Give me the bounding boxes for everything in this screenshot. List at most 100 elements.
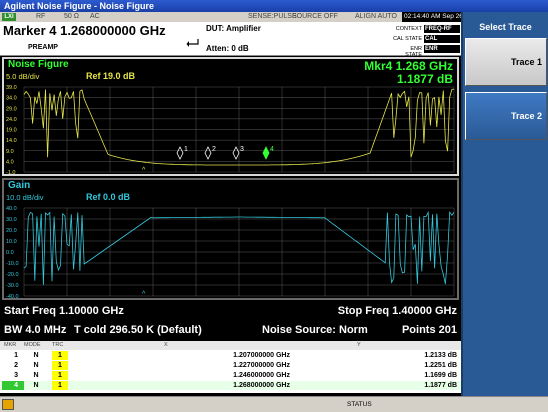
y-tick-label: 10.0 (6, 239, 17, 245)
status-label: STATUS (347, 401, 372, 408)
y-tick-label: 14.0 (6, 138, 17, 144)
meas-info-row: BW 4.0 MHz T cold 296.50 K (Default) Noi… (0, 321, 461, 339)
t-cold[interactable]: T cold 296.50 K (Default) (74, 324, 202, 336)
marker-mode: N (33, 362, 39, 369)
dut-label: DUT: Amplifier (206, 24, 261, 33)
atten-label: Atten: 0 dB (206, 44, 249, 53)
sense-indicator: SENSE:PULSE (248, 13, 297, 20)
marker-diamond-icon[interactable] (232, 146, 240, 160)
status-bar: STATUS (0, 396, 548, 412)
marker-x-value: 1.246000000 GHz (233, 372, 290, 379)
impedance-indicator: 50 Ω (64, 13, 79, 20)
softkey-menu-title: Select Trace (479, 22, 532, 32)
y-tick-label: -30.0 (6, 283, 19, 289)
lxi-badge: LXI (2, 13, 16, 21)
noise-figure-graph[interactable]: 39.034.029.024.019.014.09.04.0-1.0 1234 … (4, 83, 457, 174)
y-tick-label: 9.0 (6, 149, 14, 155)
gain-ref: Ref 0.0 dB (86, 192, 131, 202)
start-freq[interactable]: Start Freq 1.10000 GHz (4, 305, 124, 317)
header: Marker 4 1.268000000 GHz PREAMP DUT: Amp… (0, 22, 461, 58)
align-indicator: ALIGN AUTO (355, 13, 397, 20)
cal-state-label: CAL STATE (393, 36, 422, 42)
points[interactable]: Points 201 (402, 324, 457, 336)
y-tick-label: -20.0 (6, 272, 19, 278)
y-tick-label: -10.0 (6, 261, 19, 267)
trace-1-button[interactable]: Trace 1 (465, 38, 547, 86)
noise-marker-freq: Mkr4 1.268 GHz (364, 59, 453, 73)
preamp-label: PREAMP (28, 44, 58, 51)
y-tick-label: -40.0 (6, 294, 19, 298)
marker-readout: Marker 4 1.268000000 GHz (3, 23, 166, 38)
trace-1-label: Trace 1 (510, 57, 542, 67)
center-mark-icon: ^ (142, 167, 146, 174)
noise-figure-title: Noise Figure (8, 59, 69, 70)
marker-x-value: 1.227000000 GHz (233, 362, 290, 369)
bandwidth[interactable]: BW 4.0 MHz (4, 324, 66, 336)
source-indicator: SOURCE OFF (292, 13, 338, 20)
marker-label: 1 (184, 146, 188, 153)
marker-diamond-icon[interactable] (176, 146, 184, 160)
y-tick-label: 30.0 (6, 217, 17, 223)
marker-label: 3 (240, 146, 244, 153)
context-label: CONTEXT (395, 26, 422, 32)
marker-number: 2 (14, 362, 18, 369)
table-row[interactable]: 3 N 1 1.246000000 GHz 1.1699 dB (0, 371, 461, 380)
return-arrow-icon (186, 39, 199, 47)
y-tick-label: 24.0 (6, 117, 17, 123)
marker-mode: N (33, 382, 39, 389)
freq-info-row: Start Freq 1.10000 GHz Stop Freq 1.40000… (0, 302, 461, 321)
table-row[interactable]: 4 N 1 1.268000000 GHz 1.1877 dB (0, 381, 461, 390)
gain-panel[interactable]: Gain 10.0 dB/div Ref 0.0 dB 40.0 30.0 20.0… (2, 178, 459, 300)
trace-2-button[interactable]: Trace 2 (465, 92, 547, 140)
marker-trace: 1 (52, 371, 68, 380)
y-tick-label: 4.0 (6, 159, 14, 165)
col-x: X (164, 342, 168, 348)
noise-ref: Ref 19.0 dB (86, 71, 136, 81)
gain-scale: 10.0 dB/div (6, 193, 44, 202)
cal-state-value: CAL (424, 35, 460, 43)
marker-y-value: 1.1699 dB (424, 372, 457, 379)
context-value: FREQ-RF (424, 25, 460, 33)
noise-figure-panel[interactable]: Noise Figure 5.0 dB/div Ref 19.0 dB Mkr4… (2, 57, 459, 176)
marker-diamond-icon[interactable] (204, 146, 212, 160)
softkey-panel: Select Trace Trace 1 Trace 2 (461, 12, 548, 396)
y-tick-label: 20.0 (6, 228, 17, 234)
marker-number: 3 (14, 372, 18, 379)
marker-number: 4 (2, 381, 24, 390)
ac-indicator: AC (90, 13, 100, 20)
noise-source[interactable]: Noise Source: Norm (262, 324, 368, 336)
marker-trace: 1 (52, 361, 68, 370)
marker-mode: N (33, 352, 39, 359)
center-mark-icon: ^ (142, 291, 146, 298)
marker-label: 2 (212, 146, 216, 153)
marker-x-value: 1.207000000 GHz (233, 352, 290, 359)
marker-table: MKR MODE TRC X Y 1 N 1 1.207000000 GHz 1.213… (0, 341, 461, 393)
window-title: Agilent Noise Figure - Noise Figure (0, 0, 548, 12)
table-row[interactable]: 1 N 1 1.207000000 GHz 1.2133 dB (0, 351, 461, 360)
y-tick-label: 39.0 (6, 85, 17, 91)
marker-trace: 1 (52, 351, 68, 360)
marker-diamond-icon[interactable] (262, 146, 270, 160)
marker-trace: 1 (52, 381, 68, 390)
y-tick-label: 0.0 (6, 250, 14, 256)
enr-state-value: ENR (424, 45, 460, 53)
stop-freq[interactable]: Stop Freq 1.40000 GHz (338, 305, 457, 317)
y-tick-label: 34.0 (6, 96, 17, 102)
rf-indicator: RF (36, 13, 46, 20)
gain-title: Gain (8, 180, 31, 191)
noise-scale: 5.0 dB/div (6, 72, 40, 81)
y-tick-label: -1.0 (6, 170, 15, 174)
table-row[interactable]: 2 N 1 1.227000000 GHz 1.2251 dB (0, 361, 461, 370)
marker-y-value: 1.2251 dB (424, 362, 457, 369)
marker-mode: N (33, 372, 39, 379)
marker-label: 4 (270, 146, 274, 153)
col-trc: TRC (52, 342, 64, 348)
marker-x-value: 1.268000000 GHz (233, 382, 290, 389)
gain-graph[interactable]: 40.030.020.010.00.0-10.0-20.0-30.0-40.0 … (4, 204, 457, 298)
message-icon[interactable] (2, 399, 14, 410)
marker-y-value: 1.1877 dB (424, 382, 457, 389)
y-tick-label: 29.0 (6, 106, 17, 112)
col-y: Y (357, 342, 361, 348)
trace-2-label: Trace 2 (510, 111, 542, 121)
y-tick-label: 19.0 (6, 128, 17, 134)
